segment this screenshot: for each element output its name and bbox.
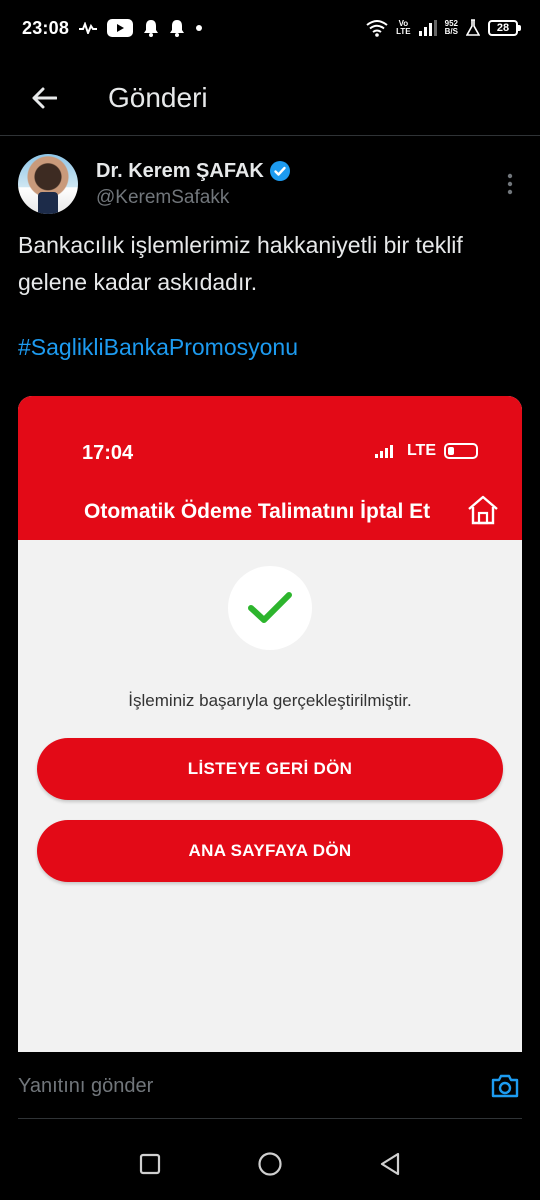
embedded-status-icons: LTE bbox=[374, 442, 478, 460]
embedded-title: Otomatik Ödeme Talimatını İptal Et bbox=[84, 500, 431, 523]
verified-badge-icon bbox=[269, 161, 290, 181]
home-button[interactable] bbox=[250, 1144, 290, 1184]
volte-indicator: Vo LTE bbox=[396, 19, 411, 36]
arrow-left-icon bbox=[32, 87, 57, 108]
top-app-bar: Gönderi bbox=[0, 60, 540, 136]
author-name: Dr. Kerem ŞAFAK bbox=[96, 159, 264, 182]
post-text: Bankacılık işlemlerimiz hakkaniyetli bir… bbox=[18, 232, 463, 295]
author-handle: @KeremSafakk bbox=[96, 186, 230, 208]
author-name-row: Dr. Kerem ŞAFAK bbox=[96, 160, 290, 183]
avatar[interactable] bbox=[18, 154, 78, 214]
square-icon bbox=[139, 1153, 161, 1175]
author-info[interactable]: Dr. Kerem ŞAFAK @KeremSafakk bbox=[96, 160, 290, 209]
checkmark-icon bbox=[248, 592, 292, 623]
triangle-back-icon bbox=[380, 1152, 400, 1176]
signal-icon bbox=[374, 445, 393, 458]
camera-button[interactable] bbox=[488, 1069, 522, 1103]
post-image[interactable]: 17:04 LTE Otomatik Ödeme Talimatını İpta… bbox=[18, 396, 522, 1052]
dot-icon bbox=[196, 25, 203, 31]
lab-flask-icon bbox=[466, 19, 480, 36]
notification-icons bbox=[79, 19, 203, 37]
success-badge bbox=[228, 566, 312, 650]
more-vertical-icon bbox=[507, 173, 513, 195]
success-message: İşleminiz başarıyla gerçekleştirilmiştir… bbox=[128, 691, 412, 710]
more-options-button[interactable] bbox=[498, 164, 522, 204]
wifi-icon bbox=[366, 20, 388, 37]
bell-icon bbox=[170, 20, 185, 37]
reply-input[interactable]: Yanıtını gönder bbox=[18, 1075, 153, 1098]
activity-icon bbox=[79, 22, 98, 34]
battery-icon bbox=[444, 443, 478, 459]
system-navigation-bar bbox=[0, 1128, 540, 1200]
recent-apps-button[interactable] bbox=[130, 1144, 170, 1184]
divider bbox=[18, 1118, 522, 1119]
system-icons: Vo LTE 952 B/S 28 bbox=[366, 19, 521, 37]
network-speed: 952 B/S bbox=[444, 19, 458, 36]
home-icon bbox=[468, 495, 498, 525]
status-bar: 23:08 Vo LTE 952 B/S 28 bbox=[0, 0, 540, 56]
page-title: Gönderi bbox=[108, 81, 208, 113]
bank-app-header: 17:04 LTE Otomatik Ödeme Talimatını İpta… bbox=[18, 396, 522, 540]
back-button[interactable] bbox=[22, 76, 66, 120]
signal-icon bbox=[418, 20, 437, 36]
reply-bar: Yanıtını gönder bbox=[0, 1052, 540, 1120]
hashtag-link[interactable]: #SaglikliBankaPromosyonu bbox=[18, 334, 298, 361]
status-time: 23:08 bbox=[22, 17, 70, 38]
back-to-list-button: LİSTEYE GERİ DÖN bbox=[37, 738, 503, 800]
battery-indicator: 28 bbox=[488, 20, 521, 36]
circle-icon bbox=[258, 1152, 282, 1176]
go-home-button: ANA SAYFAYA DÖN bbox=[37, 820, 503, 882]
camera-icon bbox=[491, 1074, 519, 1098]
embedded-network: LTE bbox=[406, 442, 436, 459]
embedded-time: 17:04 bbox=[82, 442, 134, 464]
back-nav-button[interactable] bbox=[370, 1144, 410, 1184]
post-author: Dr. Kerem ŞAFAK @KeremSafakk bbox=[18, 152, 522, 216]
bell-icon bbox=[144, 20, 159, 37]
youtube-icon bbox=[107, 19, 134, 37]
